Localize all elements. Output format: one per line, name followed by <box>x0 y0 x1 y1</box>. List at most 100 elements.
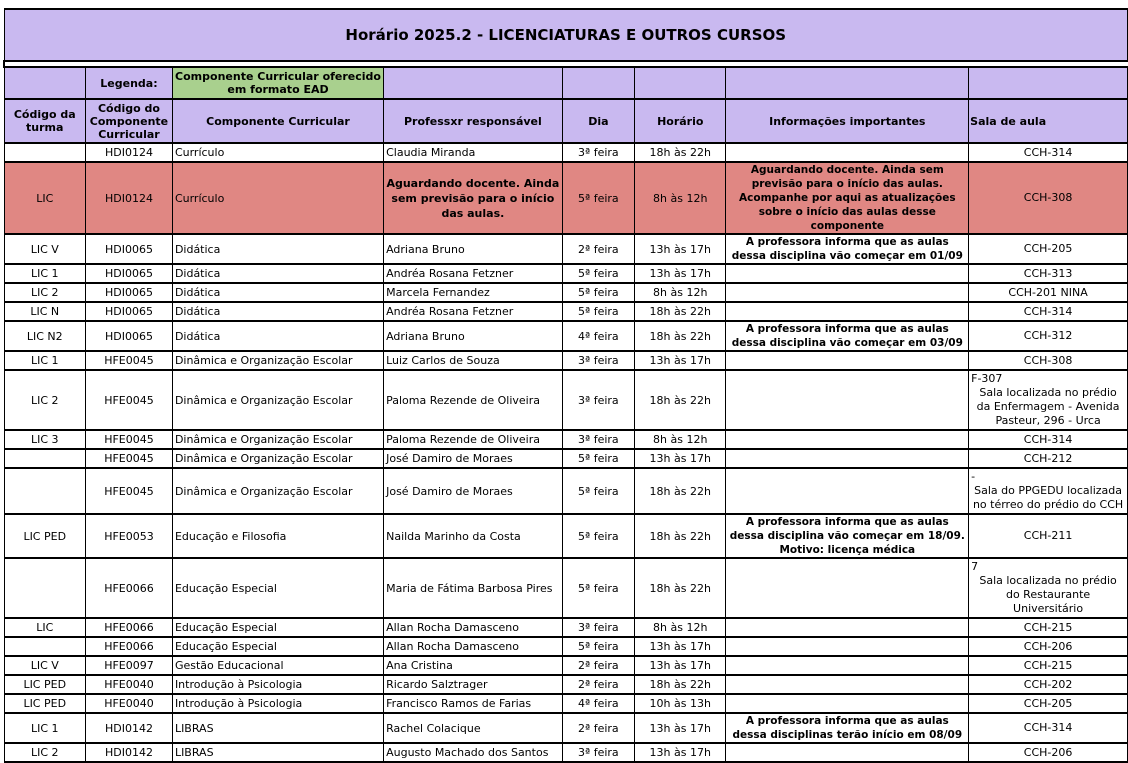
cell-horario: 13h às 17h <box>635 234 726 264</box>
sala-text: Sala do PPGEDU localizada no térreo do p… <box>973 484 1123 511</box>
cell-dia: 3ª feira <box>562 143 634 162</box>
cell-sala: CCH-206 <box>969 743 1128 762</box>
cell-turma: LIC <box>4 162 86 234</box>
cell-sala: CCH-313 <box>969 264 1128 283</box>
sala-text: CCH-201 NINA <box>1008 286 1087 299</box>
cell-professor: Andréa Rosana Fetzner <box>384 264 563 283</box>
cell-turma: LIC PED <box>4 675 86 694</box>
sala-text: CCH-215 <box>1024 621 1073 634</box>
cell-codigo: HDI0142 <box>86 743 173 762</box>
cell-componente: Educação Especial <box>172 558 383 618</box>
cell-professor: José Damiro de Moraes <box>384 468 563 514</box>
cell-horario: 8h às 12h <box>635 283 726 302</box>
table-row: LIC 1 HDI0142 LIBRAS Rachel Colacique 2ª… <box>4 713 1128 743</box>
table-row: LIC HDI0124 Currículo Aguardando docente… <box>4 162 1128 234</box>
cell-dia: 5ª feira <box>562 162 634 234</box>
cell-componente: Dinâmica e Organização Escolar <box>172 468 383 514</box>
table-row: LIC N2 HDI0065 Didática Adriana Bruno 4ª… <box>4 321 1128 351</box>
cell-componente: Dinâmica e Organização Escolar <box>172 430 383 449</box>
sala-text: CCH-211 <box>1024 529 1073 542</box>
cell-informacoes <box>726 694 969 713</box>
column-header-dia: Dia <box>562 99 634 143</box>
cell-dia: 5ª feira <box>562 637 634 656</box>
cell-sala: CCH-205 <box>969 694 1128 713</box>
cell-horario: 13h às 17h <box>635 264 726 283</box>
table-row: LIC 2 HDI0065 Didática Marcela Fernandez… <box>4 283 1128 302</box>
cell-componente: Didática <box>172 234 383 264</box>
cell-horario: 18h às 22h <box>635 370 726 430</box>
cell-componente: Educação Especial <box>172 637 383 656</box>
cell-turma: LIC 3 <box>4 430 86 449</box>
cell-turma: LIC 2 <box>4 283 86 302</box>
table-row: LIC V HFE0097 Gestão Educacional Ana Cri… <box>4 656 1128 675</box>
cell-dia: 5ª feira <box>562 283 634 302</box>
schedule-body: HDI0124 Currículo Claudia Miranda 3ª fei… <box>4 143 1128 762</box>
cell-componente: LIBRAS <box>172 743 383 762</box>
cell-informacoes <box>726 264 969 283</box>
cell-dia: 3ª feira <box>562 430 634 449</box>
cell-sala: CCH-308 <box>969 162 1128 234</box>
cell-horario: 18h às 22h <box>635 143 726 162</box>
cell-componente: Currículo <box>172 143 383 162</box>
column-header-informacoes: Informações importantes <box>726 99 969 143</box>
cell-dia: 3ª feira <box>562 351 634 370</box>
cell-professor: Nailda Marinho da Costa <box>384 514 563 558</box>
cell-horario: 18h às 22h <box>635 302 726 321</box>
cell-sala: F-307 Sala localizada no prédio da Enfer… <box>969 370 1128 430</box>
cell-informacoes <box>726 143 969 162</box>
table-row: HFE0066 Educação Especial Allan Rocha Da… <box>4 637 1128 656</box>
cell-componente: Didática <box>172 283 383 302</box>
cell-horario: 13h às 17h <box>635 637 726 656</box>
cell-informacoes <box>726 430 969 449</box>
cell-informacoes <box>726 618 969 637</box>
cell-professor: Rachel Colacique <box>384 713 563 743</box>
cell-turma: LIC 2 <box>4 370 86 430</box>
cell-professor: Paloma Rezende de Oliveira <box>384 370 563 430</box>
cell-sala: CCH-206 <box>969 637 1128 656</box>
cell-componente: Gestão Educacional <box>172 656 383 675</box>
cell-sala: CCH-308 <box>969 351 1128 370</box>
table-row: LIC HFE0066 Educação Especial Allan Roch… <box>4 618 1128 637</box>
sala-text: CCH-205 <box>1024 242 1073 255</box>
cell-sala: CCH-205 <box>969 234 1128 264</box>
cell-codigo: HFE0066 <box>86 618 173 637</box>
cell-turma <box>4 449 86 468</box>
sala-text: CCH-314 <box>1024 146 1073 159</box>
sala-text: CCH-212 <box>1024 452 1073 465</box>
legend-empty-cell <box>969 67 1128 99</box>
sala-text: CCH-202 <box>1024 678 1073 691</box>
sala-text: CCH-314 <box>1024 305 1073 318</box>
cell-dia: 4ª feira <box>562 694 634 713</box>
sala-text: Sala localizada no prédio da Enfermagem … <box>977 386 1120 427</box>
schedule-table: Horário 2025.2 - LICENCIATURAS E OUTROS … <box>3 8 1128 763</box>
cell-componente: Didática <box>172 321 383 351</box>
column-header-sala: Sala de aula <box>969 99 1128 143</box>
cell-horario: 18h às 22h <box>635 514 726 558</box>
cell-codigo: HDI0065 <box>86 283 173 302</box>
column-header-row: Código da turma Código do Componente Cur… <box>4 99 1128 143</box>
cell-professor: Ana Cristina <box>384 656 563 675</box>
cell-horario: 18h às 22h <box>635 321 726 351</box>
cell-componente: LIBRAS <box>172 713 383 743</box>
table-row: LIC 2 HFE0045 Dinâmica e Organização Esc… <box>4 370 1128 430</box>
cell-dia: 3ª feira <box>562 370 634 430</box>
table-row: LIC 2 HDI0142 LIBRAS Augusto Machado dos… <box>4 743 1128 762</box>
cell-componente: Didática <box>172 264 383 283</box>
cell-informacoes: Aguardando docente. Ainda sem previsão p… <box>726 162 969 234</box>
legend-empty-cell <box>635 67 726 99</box>
cell-informacoes: A professora informa que as aulas dessa … <box>726 234 969 264</box>
cell-codigo: HFE0053 <box>86 514 173 558</box>
cell-sala: CCH-314 <box>969 713 1128 743</box>
cell-horario: 18h às 22h <box>635 675 726 694</box>
cell-professor: Maria de Fátima Barbosa Pires <box>384 558 563 618</box>
cell-codigo: HFE0066 <box>86 637 173 656</box>
cell-componente: Introdução à Psicologia <box>172 694 383 713</box>
cell-professor: Paloma Rezende de Oliveira <box>384 430 563 449</box>
cell-turma <box>4 143 86 162</box>
cell-informacoes <box>726 351 969 370</box>
table-row: HDI0124 Currículo Claudia Miranda 3ª fei… <box>4 143 1128 162</box>
cell-componente: Educação Especial <box>172 618 383 637</box>
column-header-horario: Horário <box>635 99 726 143</box>
cell-professor: Adriana Bruno <box>384 234 563 264</box>
cell-codigo: HFE0045 <box>86 449 173 468</box>
